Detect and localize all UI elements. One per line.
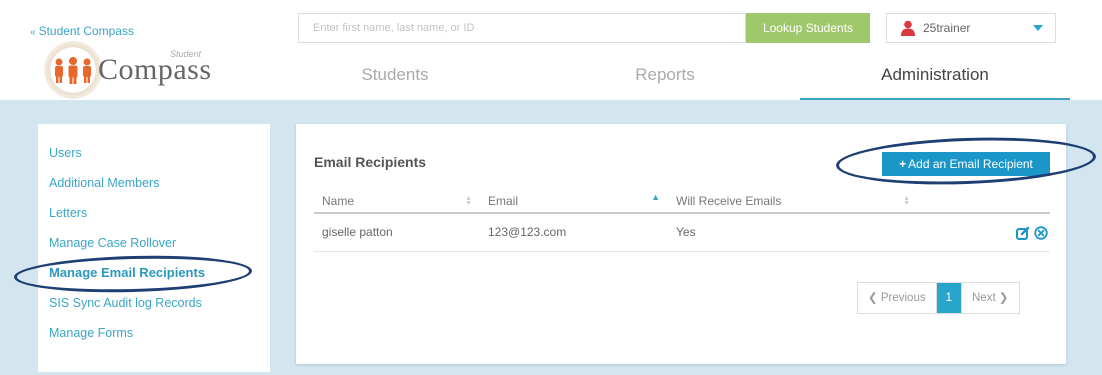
back-link-label: Student Compass xyxy=(38,24,134,38)
table-row: giselle patton 123@123.com Yes xyxy=(314,214,1050,252)
user-menu[interactable]: 25trainer xyxy=(886,13,1056,43)
sort-icon: ▲ ▼ xyxy=(465,195,472,207)
chevron-left-icon: ❮ xyxy=(868,292,881,304)
table-header: Name ▲ ▼ Email ▲ Will Receive Emails ▲ ▼ xyxy=(314,190,1050,214)
sidebar-item-additional-members[interactable]: Additional Members xyxy=(38,172,270,202)
sidebar-item-manage-forms[interactable]: Manage Forms xyxy=(38,322,270,352)
chevron-right-icon: ❯ xyxy=(995,292,1009,304)
sidebar-item-users[interactable]: Users xyxy=(38,142,270,172)
page-number-current[interactable]: 1 xyxy=(935,283,961,313)
add-email-recipient-label: Add an Email Recipient xyxy=(908,157,1033,171)
back-arrow-icon: « xyxy=(30,27,36,38)
cell-email: 123@123.com xyxy=(488,225,567,239)
tab-students[interactable]: Students xyxy=(260,52,530,100)
sort-icon: ▲ ▼ xyxy=(903,195,910,207)
email-recipients-table: Name ▲ ▼ Email ▲ Will Receive Emails ▲ ▼ gise… xyxy=(314,190,1050,252)
row-actions xyxy=(918,214,1050,251)
cell-name: giselle patton xyxy=(322,225,393,239)
sidebar-item-manage-email-recipients[interactable]: Manage Email Recipients xyxy=(38,262,270,292)
previous-page-button[interactable]: ❮ Previous xyxy=(858,283,936,313)
lookup-students-button[interactable]: Lookup Students xyxy=(746,13,870,43)
chevron-down-icon[interactable] xyxy=(1033,25,1043,31)
sidebar-item-letters[interactable]: Letters xyxy=(38,202,270,232)
edit-icon[interactable] xyxy=(1016,226,1030,240)
username: 25trainer xyxy=(923,21,971,35)
cell-will-receive: Yes xyxy=(676,225,696,239)
next-page-button[interactable]: Next ❯ xyxy=(961,283,1019,313)
tab-reports[interactable]: Reports xyxy=(530,52,800,100)
student-search-input[interactable] xyxy=(298,13,746,43)
back-to-student-compass-link[interactable]: «Student Compass xyxy=(30,24,134,38)
logo: Student Compass xyxy=(44,41,244,99)
sidebar-item-sis-sync-audit-log[interactable]: SIS Sync Audit log Records xyxy=(38,292,270,322)
admin-sidebar: Users Additional Members Letters Manage … xyxy=(38,124,270,372)
logo-seal-icon xyxy=(44,41,102,99)
pagination: ❮ Previous 1 Next ❯ xyxy=(857,282,1020,314)
tab-administration[interactable]: Administration xyxy=(800,52,1070,100)
column-header-email[interactable]: Email ▲ xyxy=(480,190,668,212)
logo-small-text: Student xyxy=(170,49,202,59)
main-nav: Students Reports Administration xyxy=(260,52,1070,100)
page-title: Email Recipients xyxy=(314,154,427,170)
sidebar-item-manage-case-rollover[interactable]: Manage Case Rollover xyxy=(38,232,270,262)
add-email-recipient-button[interactable]: + Add an Email Recipient xyxy=(882,152,1050,176)
column-header-actions xyxy=(918,190,1050,212)
delete-icon[interactable] xyxy=(1034,225,1048,240)
plus-icon: + xyxy=(899,157,907,171)
user-icon xyxy=(901,20,915,36)
email-recipients-panel: Email Recipients + Add an Email Recipient… xyxy=(296,124,1066,364)
column-header-will-receive-emails[interactable]: Will Receive Emails ▲ ▼ xyxy=(668,190,918,212)
column-header-name[interactable]: Name ▲ ▼ xyxy=(314,190,480,212)
sort-ascending-icon: ▲ xyxy=(651,192,660,202)
